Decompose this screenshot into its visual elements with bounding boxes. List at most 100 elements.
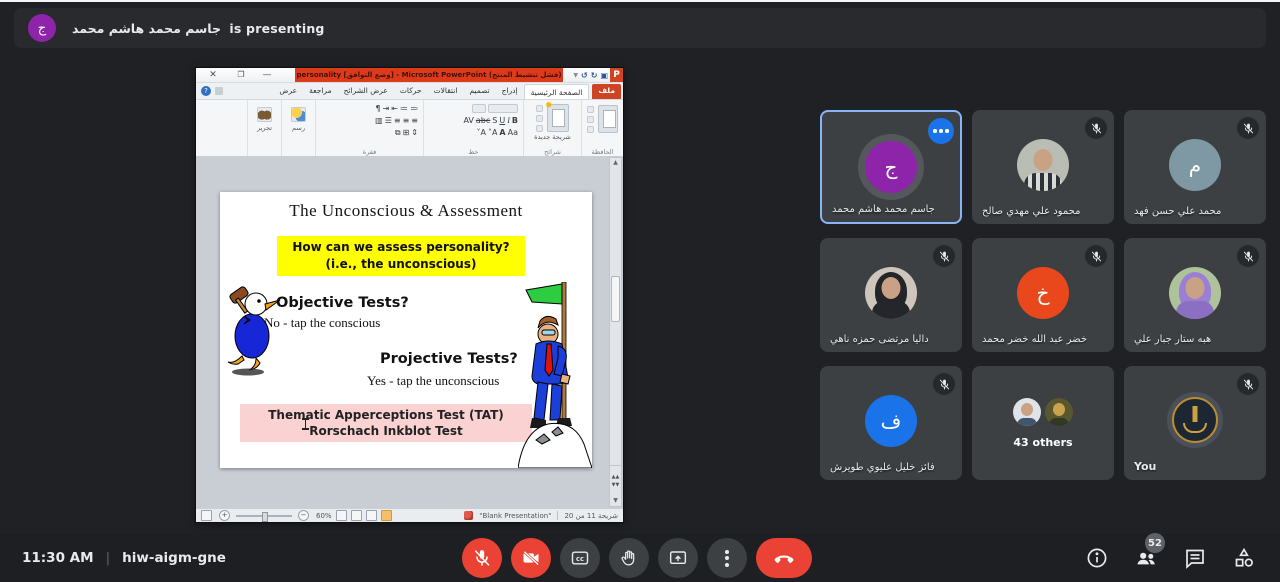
scroll-up-icon[interactable]: ▲ xyxy=(610,158,621,168)
captions-button[interactable]: cc xyxy=(560,538,600,578)
layout-icon[interactable] xyxy=(536,105,543,112)
italic-icon[interactable]: I xyxy=(507,116,510,125)
chat-icon xyxy=(1183,546,1207,570)
zoom-out-icon[interactable]: − xyxy=(298,510,309,521)
slide-nav-buttons[interactable]: ▲▲▼▼ xyxy=(610,465,621,496)
change-case-icon[interactable]: Aa xyxy=(508,128,518,137)
participant-tile[interactable]: م محمد علي حسن فهد xyxy=(1124,110,1266,224)
present-screen-button[interactable] xyxy=(658,538,698,578)
redo-icon[interactable]: ↻ xyxy=(591,71,598,80)
indent-more-icon[interactable]: ⇥ xyxy=(383,104,390,113)
tab-file[interactable]: ملف xyxy=(592,84,621,99)
tile-options-button[interactable] xyxy=(928,118,954,144)
maximize-window-icon[interactable]: ❐ xyxy=(230,68,252,82)
character-spacing-icon[interactable]: AV xyxy=(463,116,473,125)
mic-off-icon xyxy=(1237,373,1259,395)
end-call-button[interactable] xyxy=(756,538,812,578)
bold-icon[interactable]: B xyxy=(512,116,518,125)
tab-slideshow[interactable]: عرض الشرائح xyxy=(338,83,394,99)
participant-tile[interactable]: ج جاسم محمد هاشم محمد xyxy=(820,110,962,224)
slide-sorter-view-icon[interactable] xyxy=(366,510,377,521)
slide-scrollbar[interactable]: ▲ ▲▲▼▼ ▼ xyxy=(609,157,622,507)
font-size-box[interactable] xyxy=(472,104,486,113)
paste-icon[interactable] xyxy=(598,105,618,133)
presenter-name: جاسم محمد هاشم محمد xyxy=(72,21,221,36)
bullets-icon[interactable]: ≔ xyxy=(410,104,418,113)
avatar-photo xyxy=(1169,267,1221,319)
tab-insert[interactable]: إدراج xyxy=(496,83,524,99)
zoom-slider[interactable] xyxy=(236,515,292,517)
more-options-button[interactable] xyxy=(707,538,747,578)
editing-button[interactable]: تحرير xyxy=(253,104,276,135)
ribbon-pin-icon[interactable] xyxy=(215,87,223,95)
avatar-photo xyxy=(1013,398,1041,426)
grow-font-icon[interactable]: A˄ xyxy=(488,128,497,137)
tab-animations[interactable]: حركات xyxy=(394,83,428,99)
tab-design[interactable]: تصميم xyxy=(463,83,495,99)
drawing-button[interactable]: رسم xyxy=(287,104,310,135)
participants-button[interactable]: 52 xyxy=(1134,546,1158,570)
info-icon xyxy=(1085,546,1109,570)
tab-transitions[interactable]: انتقالات xyxy=(428,83,464,99)
self-tile[interactable]: You xyxy=(1124,366,1266,480)
others-count-label: 43 others xyxy=(972,436,1114,449)
activities-button[interactable] xyxy=(1232,546,1256,570)
underline-icon[interactable]: U xyxy=(499,116,505,125)
quick-access-toolbar[interactable]: ▼ ↺ ↻ ▣ xyxy=(573,69,608,81)
participant-tile[interactable]: خ خضر عبد الله خضر محمد xyxy=(972,238,1114,352)
scroll-down-icon[interactable]: ▼ xyxy=(610,496,621,506)
qat-dropdown-icon[interactable]: ▼ xyxy=(573,72,578,79)
close-window-icon[interactable]: ✕ xyxy=(202,68,224,82)
new-slide-label[interactable]: شريحة جديدة xyxy=(529,133,576,141)
cut-icon[interactable] xyxy=(587,106,594,113)
overflow-tile[interactable]: 43 others xyxy=(972,366,1114,480)
help-icon[interactable]: ? xyxy=(201,86,211,96)
columns-icon[interactable]: ▥ xyxy=(375,116,383,125)
text-shadow-icon[interactable]: S xyxy=(492,116,497,125)
participant-tile[interactable]: ف فائز خليل عليوي طويرش xyxy=(820,366,962,480)
chat-button[interactable] xyxy=(1183,546,1207,570)
new-slide-icon[interactable]: ✹ xyxy=(547,104,569,132)
tab-home[interactable]: الصفحة الرئيسية xyxy=(524,84,590,99)
text-direction-icon[interactable]: ¶ xyxy=(376,104,381,113)
indent-less-icon[interactable]: ⇤ xyxy=(391,104,398,113)
mic-toggle-button[interactable] xyxy=(462,538,502,578)
reading-view-icon[interactable] xyxy=(351,510,362,521)
format-painter-icon[interactable] xyxy=(587,126,594,133)
justify-icon[interactable]: ☰ xyxy=(385,116,392,125)
raise-hand-button[interactable] xyxy=(609,538,649,578)
normal-view-icon[interactable] xyxy=(381,510,392,521)
copy-icon[interactable] xyxy=(587,116,594,123)
scrollbar-thumb[interactable] xyxy=(611,276,620,322)
meeting-details-button[interactable] xyxy=(1085,546,1109,570)
reset-icon[interactable] xyxy=(536,115,543,122)
fit-to-window-icon[interactable] xyxy=(201,510,212,521)
strikethrough-icon[interactable]: abc xyxy=(476,116,490,125)
participant-tile[interactable]: هبه ستار جبار علي xyxy=(1124,238,1266,352)
tab-review[interactable]: مراجعة xyxy=(303,83,338,99)
align-right-icon[interactable]: ≡ xyxy=(411,116,418,125)
participant-tile[interactable]: محمود علي مهدي صالح xyxy=(972,110,1114,224)
avatar-photo xyxy=(865,267,917,319)
smartart-icon[interactable]: ⧉ xyxy=(395,128,401,137)
font-color-icon[interactable]: A xyxy=(499,128,505,137)
undo-icon[interactable]: ↺ xyxy=(581,71,588,80)
slide-canvas[interactable]: The Unconscious & Assessment How can we … xyxy=(220,192,592,468)
participant-tile[interactable]: داليا مرتضى حمزه ناهي xyxy=(820,238,962,352)
font-name-box[interactable] xyxy=(488,104,518,113)
align-center-icon[interactable]: ≡ xyxy=(403,116,410,125)
camera-toggle-button[interactable] xyxy=(511,538,551,578)
minimize-window-icon[interactable]: — xyxy=(256,68,278,82)
slideshow-view-icon[interactable] xyxy=(336,510,347,521)
theme-icon[interactable] xyxy=(464,511,473,520)
zoom-in-icon[interactable]: + xyxy=(219,510,230,521)
tab-view[interactable]: عرض xyxy=(273,83,303,99)
save-icon[interactable]: ▣ xyxy=(600,71,608,80)
numbering-icon[interactable]: ≕ xyxy=(400,104,408,113)
line-spacing-icon[interactable]: ⇕ xyxy=(411,128,418,137)
overflow-avatars xyxy=(1013,398,1073,426)
align-left-icon[interactable]: ≡ xyxy=(394,116,401,125)
shrink-font-icon[interactable]: A˅ xyxy=(476,128,485,137)
section-icon[interactable] xyxy=(536,125,543,132)
align-text-icon[interactable]: ⊞ xyxy=(403,128,410,137)
